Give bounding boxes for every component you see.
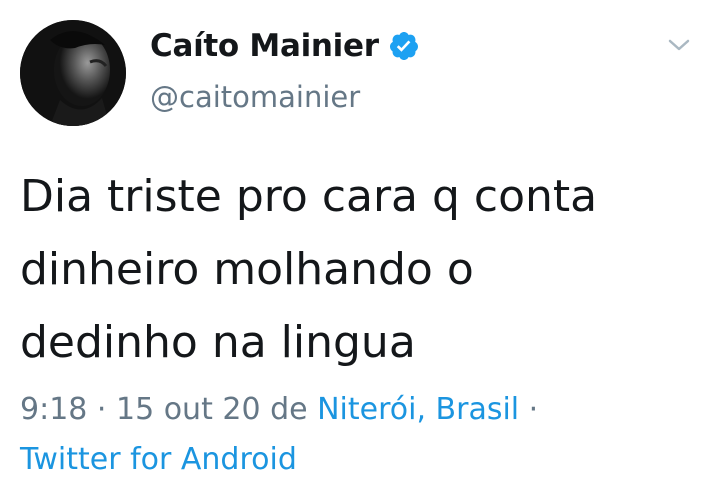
tweet-line: Dia triste pro cara q conta (20, 171, 598, 222)
separator: · (87, 392, 116, 427)
user-handle[interactable]: @caitomainier (150, 80, 360, 114)
name-row: Caíto Mainier (150, 24, 420, 68)
tweet-line: dedinho na lingua (20, 317, 416, 368)
tweet-metadata: 9:18 · 15 out 20 de Niterói, Brasil · Tw… (20, 385, 538, 485)
meta-line-1: 9:18 · 15 out 20 de Niterói, Brasil · (20, 385, 538, 435)
tweet-text: Dia triste pro cara q conta dinheiro mol… (20, 160, 700, 379)
separator: · (519, 392, 539, 427)
tweet-line: dinheiro molhando o (20, 244, 474, 295)
meta-line-2: Twitter for Android (20, 435, 538, 485)
tweet-time: 9:18 (20, 392, 88, 427)
tweet-date: 15 out 20 de (115, 392, 318, 427)
verified-badge-icon (388, 30, 420, 62)
source-link[interactable]: Twitter for Android (20, 442, 297, 477)
avatar[interactable] (20, 20, 126, 126)
display-name[interactable]: Caíto Mainier (150, 28, 379, 64)
location-link[interactable]: Niterói, Brasil (317, 392, 519, 427)
chevron-down-icon[interactable] (666, 36, 692, 54)
